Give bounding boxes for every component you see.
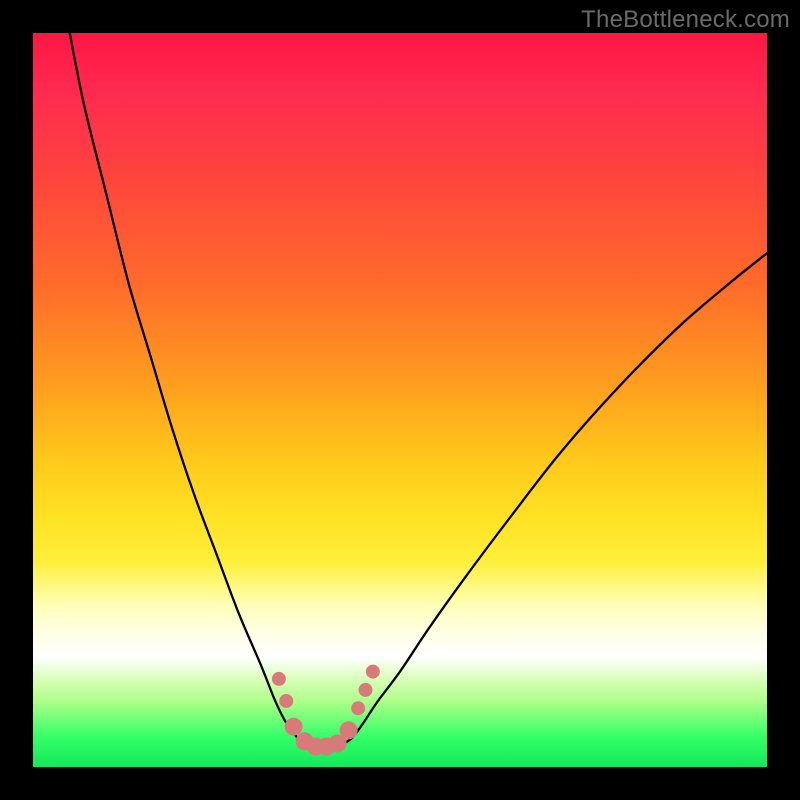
valley-marker <box>359 683 373 697</box>
valley-marker <box>272 672 286 686</box>
curve-left <box>70 33 305 745</box>
bottleneck-curve <box>33 33 767 767</box>
curve-right <box>341 253 767 745</box>
valley-marker <box>340 721 358 739</box>
valley-marker <box>285 718 303 736</box>
chart-stage: TheBottleneck.com <box>0 0 800 800</box>
watermark-text: TheBottleneck.com <box>581 6 790 34</box>
valley-marker <box>366 665 380 679</box>
valley-marker <box>279 694 293 708</box>
plot-area <box>33 33 767 767</box>
valley-markers <box>272 665 380 756</box>
valley-marker <box>351 701 365 715</box>
